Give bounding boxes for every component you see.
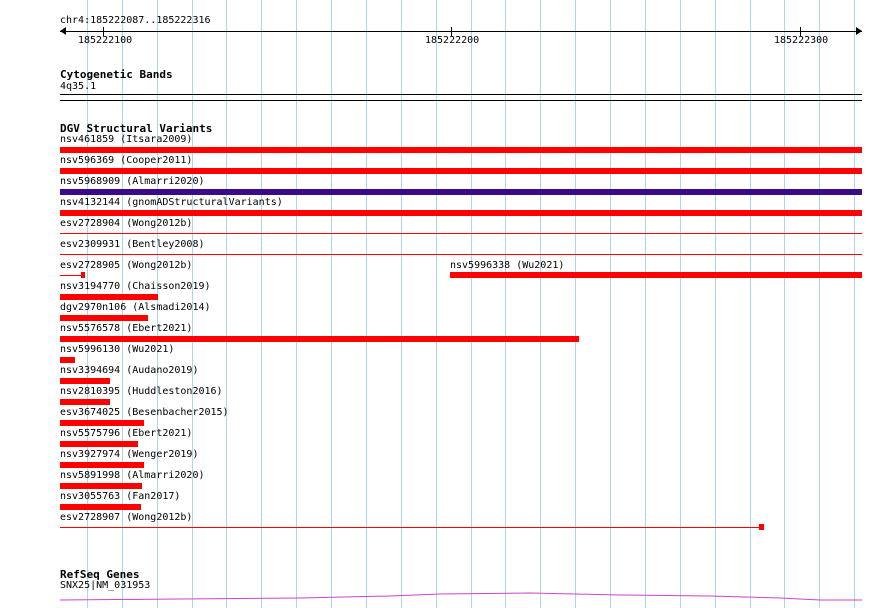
cytoband-band-top[interactable] (60, 94, 862, 95)
variant-label[interactable]: nsv5575796 (Ebert2021) (60, 428, 192, 440)
variant-label[interactable]: nsv5576578 (Ebert2021) (60, 323, 192, 335)
variant-label[interactable]: nsv596369 (Cooper2011) (60, 155, 192, 167)
variant-label[interactable]: nsv2810395 (Huddleston2016) (60, 386, 223, 398)
cytoband-track-title: Cytogenetic Bands (60, 68, 173, 81)
ruler-tick-label: 185222300 (774, 35, 829, 46)
ruler-line (60, 31, 862, 32)
variant-label[interactable]: nsv5968909 (Almarri2020) (60, 176, 205, 188)
ruler-left-arrow (60, 27, 66, 35)
variant-bar[interactable] (60, 504, 141, 510)
variant-bar[interactable] (60, 378, 110, 384)
variant-bar[interactable] (60, 210, 862, 216)
variant-line[interactable] (60, 254, 862, 255)
variant-bar[interactable] (60, 315, 148, 321)
variant-bar[interactable] (60, 357, 75, 363)
variant-label[interactable]: nsv3394694 (Audano2019) (60, 365, 198, 377)
variant-label[interactable]: esv2728907 (Wong2012b) (60, 512, 192, 524)
variant-bar[interactable] (60, 483, 142, 489)
variant-bar[interactable] (60, 462, 144, 468)
ruler-tick-label: 185222200 (425, 35, 480, 46)
variant-label[interactable]: nsv4132144 (gnomADStructuralVariants) (60, 197, 283, 209)
variant-bar[interactable] (450, 272, 862, 278)
variant-label[interactable]: nsv3194770 (Chaisson2019) (60, 281, 211, 293)
variant-label[interactable]: nsv5891998 (Almarri2020) (60, 470, 205, 482)
variant-end-block[interactable] (759, 524, 764, 530)
variant-label[interactable]: esv2728904 (Wong2012b) (60, 218, 192, 230)
variant-bar[interactable] (60, 441, 138, 447)
ruler-tick-label: 185222100 (78, 35, 133, 46)
cytoband-band-bottom[interactable] (60, 100, 862, 101)
variant-label[interactable]: esv2728905 (Wong2012b) (60, 260, 192, 272)
variant-bar[interactable] (60, 399, 110, 405)
variant-bar[interactable] (60, 420, 144, 426)
gene-coverage-line[interactable] (60, 590, 862, 602)
variant-label[interactable]: esv3674025 (Besenbacher2015) (60, 407, 229, 419)
variant-bar[interactable] (60, 189, 862, 195)
ruler-right-arrow (856, 27, 862, 35)
variant-line[interactable] (60, 233, 862, 234)
variant-label[interactable]: dgv2970n106 (Alsmadi2014) (60, 302, 211, 314)
variant-bar[interactable] (60, 168, 862, 174)
variant-end-block[interactable] (81, 272, 85, 278)
variant-bar[interactable] (60, 336, 579, 342)
variant-label[interactable]: esv2309931 (Bentley2008) (60, 239, 205, 251)
variant-label[interactable]: nsv461859 (Itsara2009) (60, 134, 192, 146)
variant-line[interactable] (60, 275, 82, 276)
variant-bar[interactable] (60, 294, 158, 300)
variant-label[interactable]: nsv5996130 (Wu2021) (60, 344, 174, 356)
variant-label[interactable]: nsv3055763 (Fan2017) (60, 491, 180, 503)
cytoband-label: 4q35.1 (60, 81, 97, 92)
variant-bar[interactable] (60, 147, 862, 153)
variant-label[interactable]: nsv5996338 (Wu2021) (450, 260, 564, 272)
variant-line[interactable] (60, 527, 762, 528)
location-label: chr4:185222087..185222316 (60, 15, 211, 26)
variant-label[interactable]: nsv3927974 (Wenger2019) (60, 449, 198, 461)
